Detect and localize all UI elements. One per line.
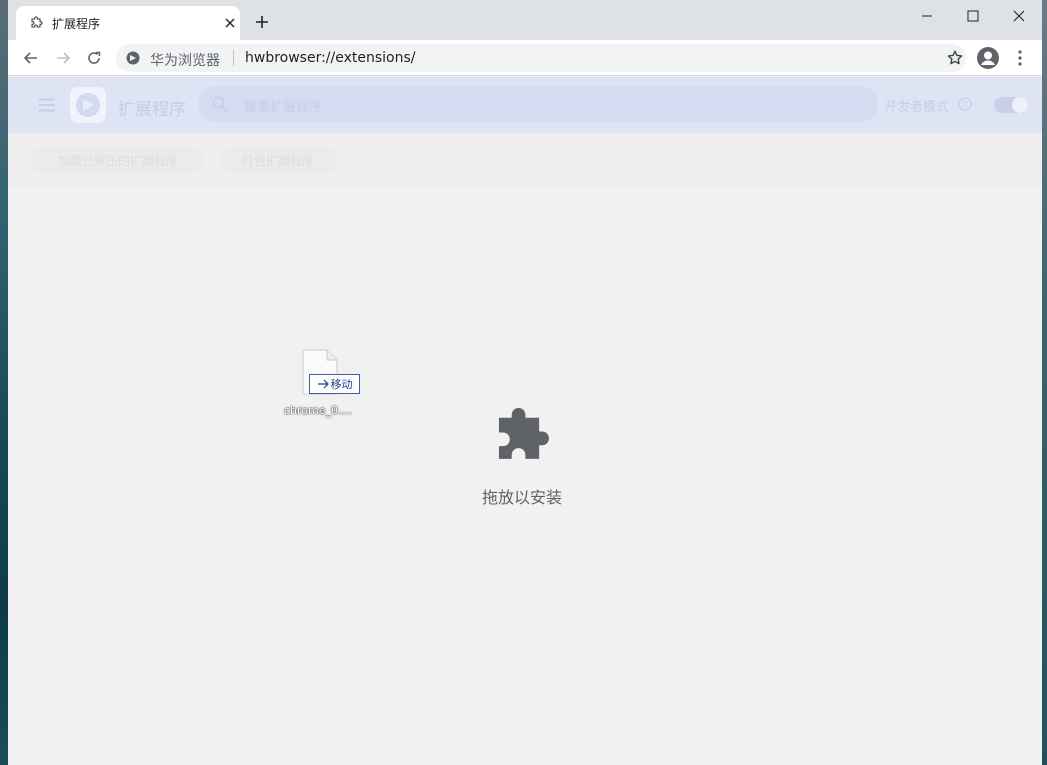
back-button[interactable] [20,47,42,69]
new-tab-button[interactable] [252,12,272,32]
dragged-file-name: chrome_0.... [284,404,352,417]
desktop-background-left [0,0,8,765]
close-window-button[interactable] [996,4,1042,28]
address-bar[interactable]: 华为浏览器 hwbrowser://extensions/ [116,44,966,72]
drag-move-badge: 移动 [309,374,360,394]
plus-icon [256,16,268,28]
arrow-left-icon [23,52,37,64]
page-title: 扩展程序 [118,100,186,120]
browser-logo-icon [126,51,140,65]
extensions-header: 扩展程序 搜索扩展程序 开发者模式 ? [8,77,1042,133]
extensions-action-bar: 加载已解压的扩展程序 打包扩展程序 [8,133,1042,187]
maximize-button[interactable] [950,4,996,28]
site-name: 华为浏览器 [150,53,220,69]
drop-to-install-label: 拖放以安装 [482,488,563,507]
puzzle-icon [31,16,43,28]
arrow-right-icon [57,52,71,64]
reload-button[interactable] [83,47,105,69]
menu-button[interactable] [1012,47,1028,69]
kebab-menu-icon [1018,50,1022,66]
browser-window: 扩展程序 华为浏览器 hwbrowser://extensions/ 扩展程序 … [8,0,1042,765]
tab-strip: 扩展程序 [8,0,1042,40]
developer-mode-toggle[interactable] [994,97,1028,113]
tab-extensions[interactable]: 扩展程序 [16,6,240,40]
search-icon [212,96,228,112]
tab-title: 扩展程序 [52,17,101,31]
drop-to-install-zone[interactable]: 拖放以安装 [8,188,1042,765]
profile-avatar-icon[interactable] [976,46,1000,70]
puzzle-icon [498,407,549,459]
svg-text:?: ? [963,101,968,111]
pack-extension-button[interactable]: 打包扩展程序 [220,146,336,174]
reload-icon [88,51,101,64]
maximize-icon [967,10,979,22]
search-placeholder: 搜索扩展程序 [244,100,323,115]
forward-button[interactable] [52,47,74,69]
url-text[interactable]: hwbrowser://extensions/ [245,50,416,66]
omnibox-separator [233,50,234,66]
logo-icon [76,93,100,117]
tab-close-icon[interactable] [222,15,238,31]
minimize-icon [922,15,932,17]
toggle-knob [1012,97,1028,113]
search-extensions-field[interactable]: 搜索扩展程序 [198,86,878,122]
close-icon [1013,10,1025,22]
bookmark-star-icon[interactable] [946,49,964,67]
arrow-right-icon [317,379,329,389]
developer-mode-label: 开发者模式 [884,100,950,115]
hamburger-menu-icon[interactable] [38,96,56,114]
load-unpacked-button[interactable]: 加载已解压的扩展程序 [32,146,204,174]
drag-move-label: 移动 [330,378,353,391]
browser-logo [70,87,106,123]
browser-toolbar: 华为浏览器 hwbrowser://extensions/ [8,40,1042,76]
minimize-button[interactable] [904,4,950,28]
help-icon[interactable]: ? [958,97,972,111]
